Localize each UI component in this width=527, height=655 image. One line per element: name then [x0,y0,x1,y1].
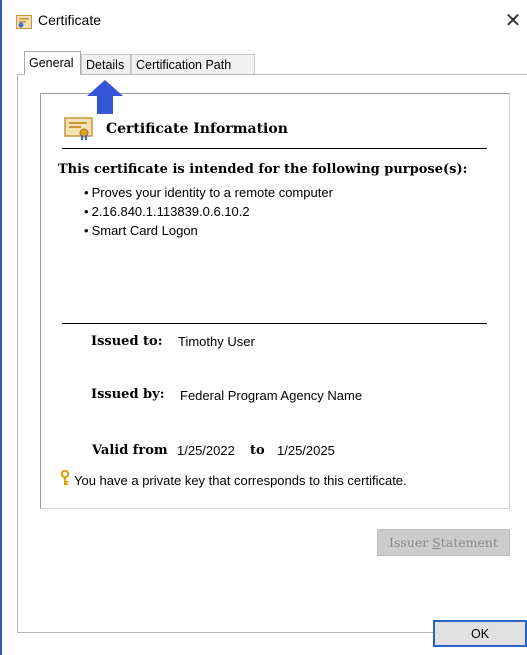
window-title: Certificate [38,12,102,28]
purpose-item: Smart Card Logon [84,221,333,240]
issuer-statement-accelerator: S [432,535,441,550]
divider [62,148,487,149]
purpose-item: Proves your identity to a remote compute… [84,183,333,202]
window-left-border [0,0,2,655]
issuer-statement-label-suffix: tatement [440,535,498,550]
purpose-list: Proves your identity to a remote compute… [84,183,333,240]
valid-from-value: 1/25/2022 [177,443,235,458]
issued-by-value: Federal Program Agency Name [180,388,363,403]
valid-to-value: 1/25/2025 [277,443,335,458]
valid-to-label: to [250,443,265,458]
key-icon [60,470,70,485]
close-button[interactable]: ✕ [498,6,527,36]
divider [62,323,487,324]
valid-from-label: Valid from [92,443,168,458]
purpose-item: 2.16.840.1.113839.0.6.10.2 [84,202,333,221]
tab-certification-path[interactable]: Certification Path [131,54,255,74]
certificate-icon [16,15,32,29]
issued-to-label: Issued to: [91,334,163,349]
tab-details[interactable]: Details [81,54,131,74]
certificate-info-icon [64,117,93,140]
issued-to-value: Timothy User [178,334,255,349]
issuer-statement-label-prefix: Issuer [389,535,433,550]
ok-button[interactable]: OK [433,620,527,647]
purpose-heading: This certificate is intended for the fol… [58,162,468,177]
certificate-info-title: Certificate Information [106,121,288,137]
private-key-note: You have a private key that corresponds … [74,473,407,488]
tab-general[interactable]: General [24,51,81,75]
issuer-statement-button[interactable]: Issuer Statement [377,529,510,556]
issued-by-label: Issued by: [91,387,165,402]
arrow-up-icon [87,80,123,114]
